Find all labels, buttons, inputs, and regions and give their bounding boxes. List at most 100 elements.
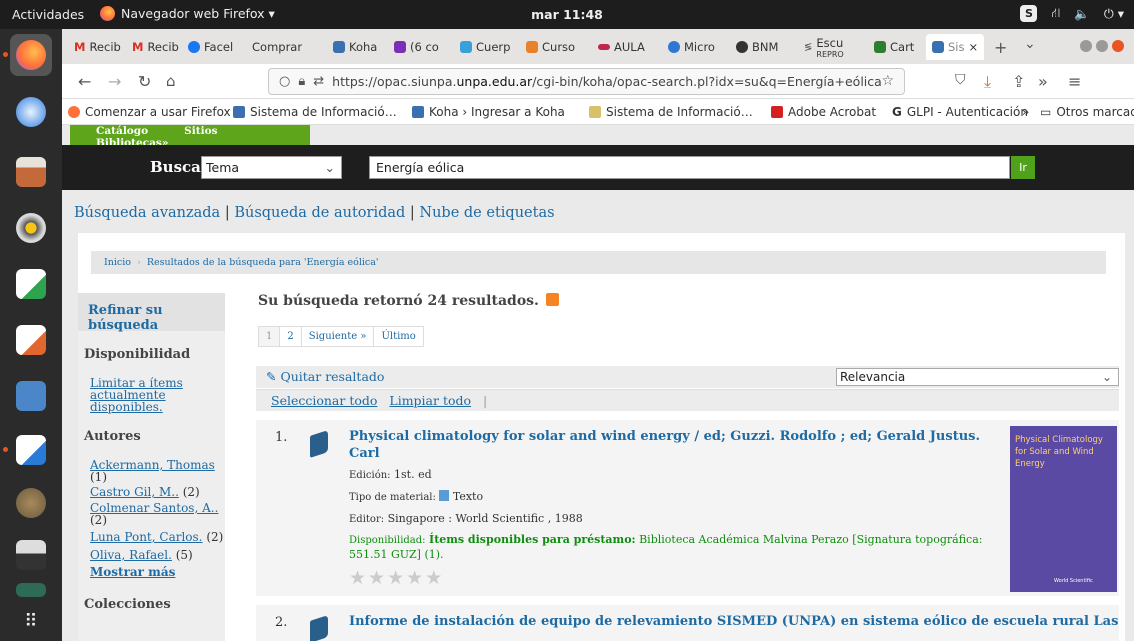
star-icon[interactable]: ★ [368, 567, 387, 589]
show-apps-button[interactable]: ⠿ [10, 601, 52, 643]
star-icon[interactable]: ★ [349, 567, 368, 589]
bookmarks-overflow[interactable]: » [1022, 105, 1029, 119]
hamburger-menu-icon[interactable]: ≡ [1068, 72, 1081, 91]
page-2[interactable]: 2 [279, 326, 302, 347]
reload-icon[interactable]: ↻ [138, 72, 151, 91]
tab-cuerpo[interactable]: Cuerp [454, 34, 518, 60]
author-link[interactable]: Ackermann, Thomas [90, 458, 215, 472]
lock-icon[interactable]: 🔒︎ [298, 74, 305, 89]
advanced-search-link[interactable]: Búsqueda avanzada [74, 205, 220, 221]
dock-gimp[interactable] [10, 482, 52, 524]
url-text[interactable]: https://opac.siunpa.unpa.edu.ar/cgi-bin/… [332, 74, 882, 89]
availability-limit-text[interactable]: Limitar a ítems actualmente disponibles. [90, 376, 183, 414]
tab-koha[interactable]: Koha [327, 34, 387, 60]
tab-facebook[interactable]: Facel [182, 34, 244, 60]
bookmark-star-icon[interactable]: ☆ [881, 73, 894, 89]
list-tabs-button[interactable]: ⌄ [1024, 36, 1036, 52]
close-tab-icon[interactable]: × [969, 40, 979, 54]
skype-status-icon[interactable]: S [1020, 5, 1038, 22]
select-all-link[interactable]: Seleccionar todo [271, 393, 377, 408]
cover-image[interactable]: Physical Climatology for Solar and Wind … [1010, 426, 1117, 592]
permissions-icon[interactable]: ⇄ [313, 74, 324, 89]
tab-bnm[interactable]: BNM [730, 34, 794, 60]
bookmark-glpi[interactable]: G GLPI - Autenticación [892, 105, 1028, 119]
star-rating[interactable]: ★★★★★ [349, 567, 444, 589]
show-more-link[interactable]: Mostrar más [90, 565, 175, 579]
other-bookmarks[interactable]: ▭ Otros marcadores [1040, 105, 1134, 119]
bookmark-koha-login[interactable]: Koha › Ingresar a Koha [412, 105, 565, 119]
tab-aula[interactable]: AULA [592, 34, 656, 60]
tab-sistema-active[interactable]: Sis × [926, 34, 984, 60]
authority-search-link[interactable]: Búsqueda de autoridad [234, 205, 405, 221]
author-facet[interactable]: Oliva, Rafael. (5) [90, 549, 225, 561]
author-facet[interactable]: Castro Gil, M.. (2) [90, 486, 225, 498]
tab-cart[interactable]: Cart [868, 34, 926, 60]
tracking-protection-icon[interactable]: ○ [279, 74, 290, 89]
tab-gmail-2[interactable]: M Recib [126, 34, 181, 60]
availability-limit-link[interactable]: Limitar a ítems actualmente disponibles. [90, 377, 225, 413]
downloads-icon[interactable]: ⤓ [984, 72, 991, 92]
maximize-icon[interactable] [1096, 40, 1108, 52]
sort-select[interactable]: Relevancia ⌄ [836, 368, 1119, 386]
dock-scanner[interactable] [10, 534, 52, 576]
dock-impress[interactable] [10, 319, 52, 361]
minimize-icon[interactable] [1080, 40, 1092, 52]
bookmark-firefox[interactable]: Comenzar a usar Firefox [68, 105, 231, 119]
power-icon[interactable]: ⏻ ▾ [1104, 6, 1124, 22]
rss-icon[interactable] [545, 293, 559, 306]
author-facet[interactable]: Ackermann, Thomas (1) [90, 459, 225, 483]
new-tab-button[interactable]: + [994, 38, 1007, 57]
dock-terminal[interactable] [10, 577, 52, 599]
remove-highlight-button[interactable]: ✎ Quitar resaltado [266, 369, 384, 384]
author-link[interactable]: Luna Pont, Carlos. [90, 530, 203, 544]
search-go-button[interactable]: Ir [1011, 156, 1035, 179]
author-link[interactable]: Colmenar Santos, A.. [90, 501, 218, 515]
pocket-icon[interactable]: ⛉ [955, 72, 966, 88]
dock-rhythmbox[interactable] [10, 207, 52, 249]
show-more-authors[interactable]: Mostrar más [90, 566, 225, 578]
bookmark-sistema-2[interactable]: Sistema de Informació… [589, 105, 753, 119]
author-facet[interactable]: Colmenar Santos, A.. (2) [90, 502, 225, 526]
next-page[interactable]: Siguiente » [300, 326, 375, 347]
author-link[interactable]: Oliva, Rafael. [90, 548, 172, 562]
search-input[interactable]: Energía eólica [369, 156, 1010, 179]
tab-microsoft[interactable]: Micro [662, 34, 728, 60]
breadcrumb-results[interactable]: Resultados de la búsqueda para 'Energía … [147, 257, 379, 268]
last-page[interactable]: Último [373, 326, 424, 347]
tag-cloud-link[interactable]: Nube de etiquetas [419, 205, 554, 221]
bookmark-sistema-1[interactable]: Sistema de Informació… [233, 105, 397, 119]
search-index-select[interactable]: Tema ⌄ [201, 156, 342, 179]
dock-screenshot[interactable] [10, 375, 52, 417]
share-icon[interactable]: ⇪ [1012, 72, 1025, 91]
clock[interactable]: mar 11:48 [0, 7, 1134, 22]
author-facet[interactable]: Luna Pont, Carlos. (2) [90, 531, 225, 543]
tab-curso[interactable]: Curso [520, 34, 586, 60]
overflow-menu-icon[interactable]: » [1038, 72, 1048, 91]
star-icon[interactable]: ★ [406, 567, 425, 589]
dock-files[interactable] [10, 151, 52, 193]
star-icon[interactable]: ★ [387, 567, 406, 589]
tab-gmail-1[interactable]: M Recib [68, 34, 124, 60]
clear-all-link[interactable]: Limpiar todo [389, 393, 471, 408]
url-bar[interactable]: ○ 🔒︎ ⇄ https://opac.siunpa.unpa.edu.ar/c… [268, 68, 905, 95]
result-title-link[interactable]: Informe de instalación de equipo de rele… [349, 613, 1129, 630]
dock-thunderbird[interactable] [10, 91, 52, 133]
forward-icon[interactable]: → [108, 72, 121, 91]
author-link[interactable]: Castro Gil, M.. [90, 485, 179, 499]
star-icon[interactable]: ★ [425, 567, 444, 589]
tab-escuela[interactable]: ≶ Escu REPRO [798, 34, 860, 60]
refine-search-heading[interactable]: Refinar su búsqueda [78, 293, 225, 333]
dock-writer[interactable] [3, 429, 52, 471]
bookmark-acrobat[interactable]: Adobe Acrobat [771, 105, 876, 119]
breadcrumb-home[interactable]: Inicio [104, 257, 131, 268]
system-tray[interactable]: S ⛙ 🔈 ⏻ ▾ [1020, 5, 1124, 22]
network-icon[interactable]: ⛙ [1051, 5, 1060, 22]
tab-catalogo[interactable]: Catálogo [96, 125, 148, 137]
back-icon[interactable]: ← [78, 72, 91, 91]
dock-calc[interactable] [10, 263, 52, 305]
volume-icon[interactable]: 🔈 [1074, 6, 1090, 22]
result-title-link[interactable]: Physical climatology for solar and wind … [349, 428, 989, 462]
dock-firefox[interactable] [3, 34, 52, 76]
tab-comprar[interactable]: Comprar [246, 34, 302, 60]
close-window-icon[interactable] [1112, 40, 1124, 52]
